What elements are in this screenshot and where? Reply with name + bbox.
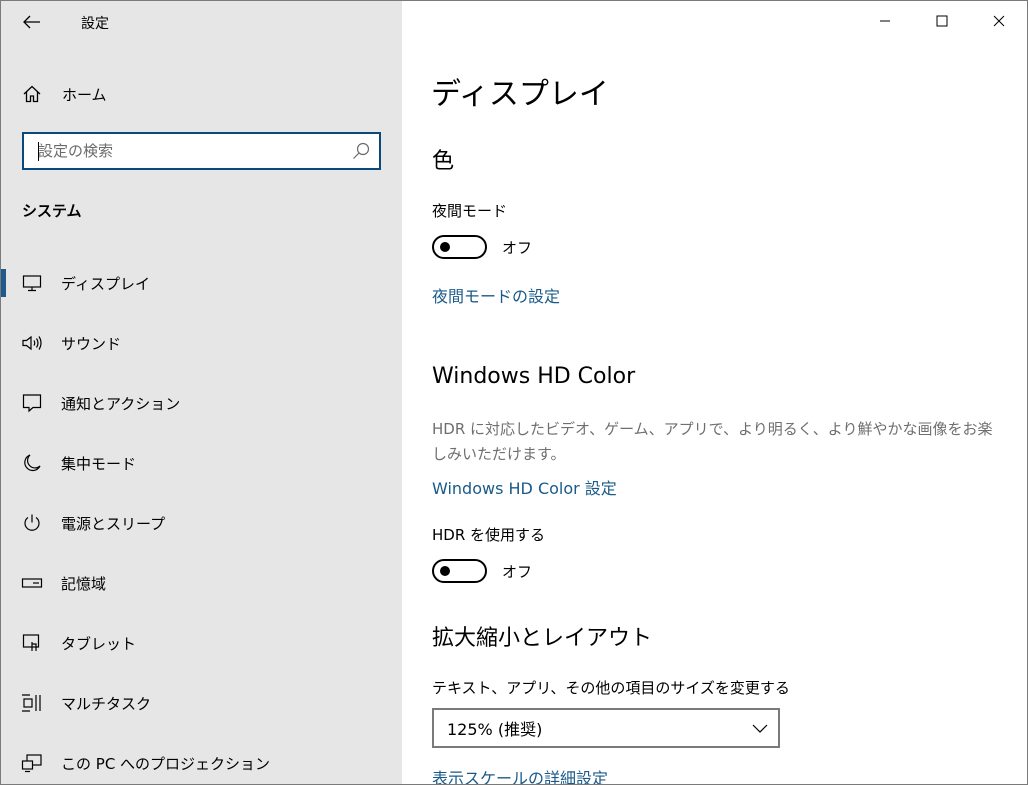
sidebar-item-label: サウンド bbox=[61, 334, 122, 353]
monitor-icon bbox=[20, 271, 44, 295]
sidebar-item-home[interactable]: ホーム bbox=[1, 75, 402, 113]
multitask-icon bbox=[20, 691, 44, 715]
search-icon[interactable] bbox=[351, 141, 371, 161]
toggle-knob bbox=[440, 242, 450, 252]
home-label: ホーム bbox=[62, 85, 107, 104]
sidebar-item-focus[interactable]: 集中モード bbox=[1, 433, 402, 493]
night-mode-label: 夜間モード bbox=[432, 202, 508, 220]
back-button[interactable] bbox=[15, 7, 49, 37]
sidebar-item-projection[interactable]: この PC へのプロジェクション bbox=[1, 733, 402, 784]
sidebar-item-notifications[interactable]: 通知とアクション bbox=[1, 373, 402, 433]
moon-icon bbox=[20, 451, 44, 475]
notification-icon bbox=[20, 391, 44, 415]
minimize-icon bbox=[879, 20, 890, 22]
sidebar: 設定 ホーム システム ディスプレイ bbox=[1, 1, 402, 784]
sidebar-item-label: 記憶域 bbox=[61, 574, 107, 593]
sidebar-item-label: 電源とスリープ bbox=[61, 514, 166, 533]
night-mode-state: オフ bbox=[502, 238, 533, 257]
main-content: ディスプレイ 色 夜間モード オフ 夜間モードの設定 Windows HD Co… bbox=[402, 1, 1027, 784]
text-caret bbox=[38, 142, 39, 161]
sidebar-item-label: タブレット bbox=[61, 634, 137, 653]
hdr-description: HDR に対応したビデオ、ゲーム、アプリで、より明るく、より鮮やかな画像をお楽し… bbox=[432, 420, 993, 463]
hdr-state: オフ bbox=[502, 562, 533, 581]
home-icon bbox=[21, 83, 43, 105]
sidebar-item-label: この PC へのプロジェクション bbox=[61, 754, 271, 773]
toggle-knob bbox=[440, 566, 450, 576]
speaker-icon bbox=[20, 331, 44, 355]
hdr-label: HDR を使用する bbox=[432, 526, 546, 544]
power-icon bbox=[20, 511, 44, 535]
search-input[interactable] bbox=[24, 134, 358, 168]
sidebar-nav: ディスプレイ サウンド 通知とアクション 集中モード 電源とスリープ 記憶域 タ… bbox=[1, 253, 402, 784]
page-title: ディスプレイ bbox=[431, 77, 609, 112]
night-mode-settings-link[interactable]: 夜間モードの設定 bbox=[432, 283, 560, 307]
size-label: テキスト、アプリ、その他の項目のサイズを変更する bbox=[432, 679, 790, 697]
sidebar-item-tablet[interactable]: タブレット bbox=[1, 613, 402, 673]
projection-icon bbox=[20, 751, 44, 775]
hdr-section-heading: Windows HD Color bbox=[432, 364, 636, 389]
close-button[interactable] bbox=[970, 1, 1027, 41]
scale-section-heading: 拡大縮小とレイアウト bbox=[432, 626, 653, 651]
maximize-icon bbox=[936, 15, 947, 27]
night-mode-toggle[interactable] bbox=[432, 235, 487, 259]
hdr-toggle-row: オフ bbox=[432, 559, 532, 583]
tablet-icon bbox=[20, 631, 44, 655]
scale-dropdown-value: 125% (推奨) bbox=[447, 720, 543, 739]
hdr-toggle[interactable] bbox=[432, 559, 487, 583]
maximize-button[interactable] bbox=[913, 1, 970, 41]
chevron-down-icon bbox=[752, 724, 768, 733]
sidebar-item-label: マルチタスク bbox=[61, 694, 152, 713]
back-arrow-icon bbox=[23, 15, 40, 29]
section-title: システム bbox=[22, 202, 82, 220]
window-caption-buttons bbox=[856, 1, 1027, 41]
app-title: 設定 bbox=[81, 16, 109, 32]
settings-window: 設定 ホーム システム ディスプレイ bbox=[0, 0, 1028, 785]
hd-color-settings-link[interactable]: Windows HD Color 設定 bbox=[432, 475, 617, 499]
minimize-button[interactable] bbox=[856, 1, 913, 41]
sidebar-item-power[interactable]: 電源とスリープ bbox=[1, 493, 402, 553]
night-mode-toggle-row: オフ bbox=[432, 235, 532, 259]
sidebar-item-multitask[interactable]: マルチタスク bbox=[1, 673, 402, 733]
color-section-heading: 色 bbox=[432, 149, 455, 174]
sidebar-item-label: 通知とアクション bbox=[61, 394, 181, 413]
sidebar-item-storage[interactable]: 記憶域 bbox=[1, 553, 402, 613]
sidebar-item-label: ディスプレイ bbox=[61, 274, 150, 293]
close-icon bbox=[993, 15, 1004, 27]
sidebar-item-sound[interactable]: サウンド bbox=[1, 313, 402, 373]
search-box[interactable] bbox=[22, 132, 381, 170]
advanced-scaling-link[interactable]: 表示スケールの詳細設定 bbox=[432, 765, 608, 784]
sidebar-item-display[interactable]: ディスプレイ bbox=[1, 253, 402, 313]
scale-dropdown[interactable]: 125% (推奨) bbox=[432, 708, 780, 748]
sidebar-item-label: 集中モード bbox=[61, 454, 137, 473]
storage-icon bbox=[20, 571, 44, 595]
